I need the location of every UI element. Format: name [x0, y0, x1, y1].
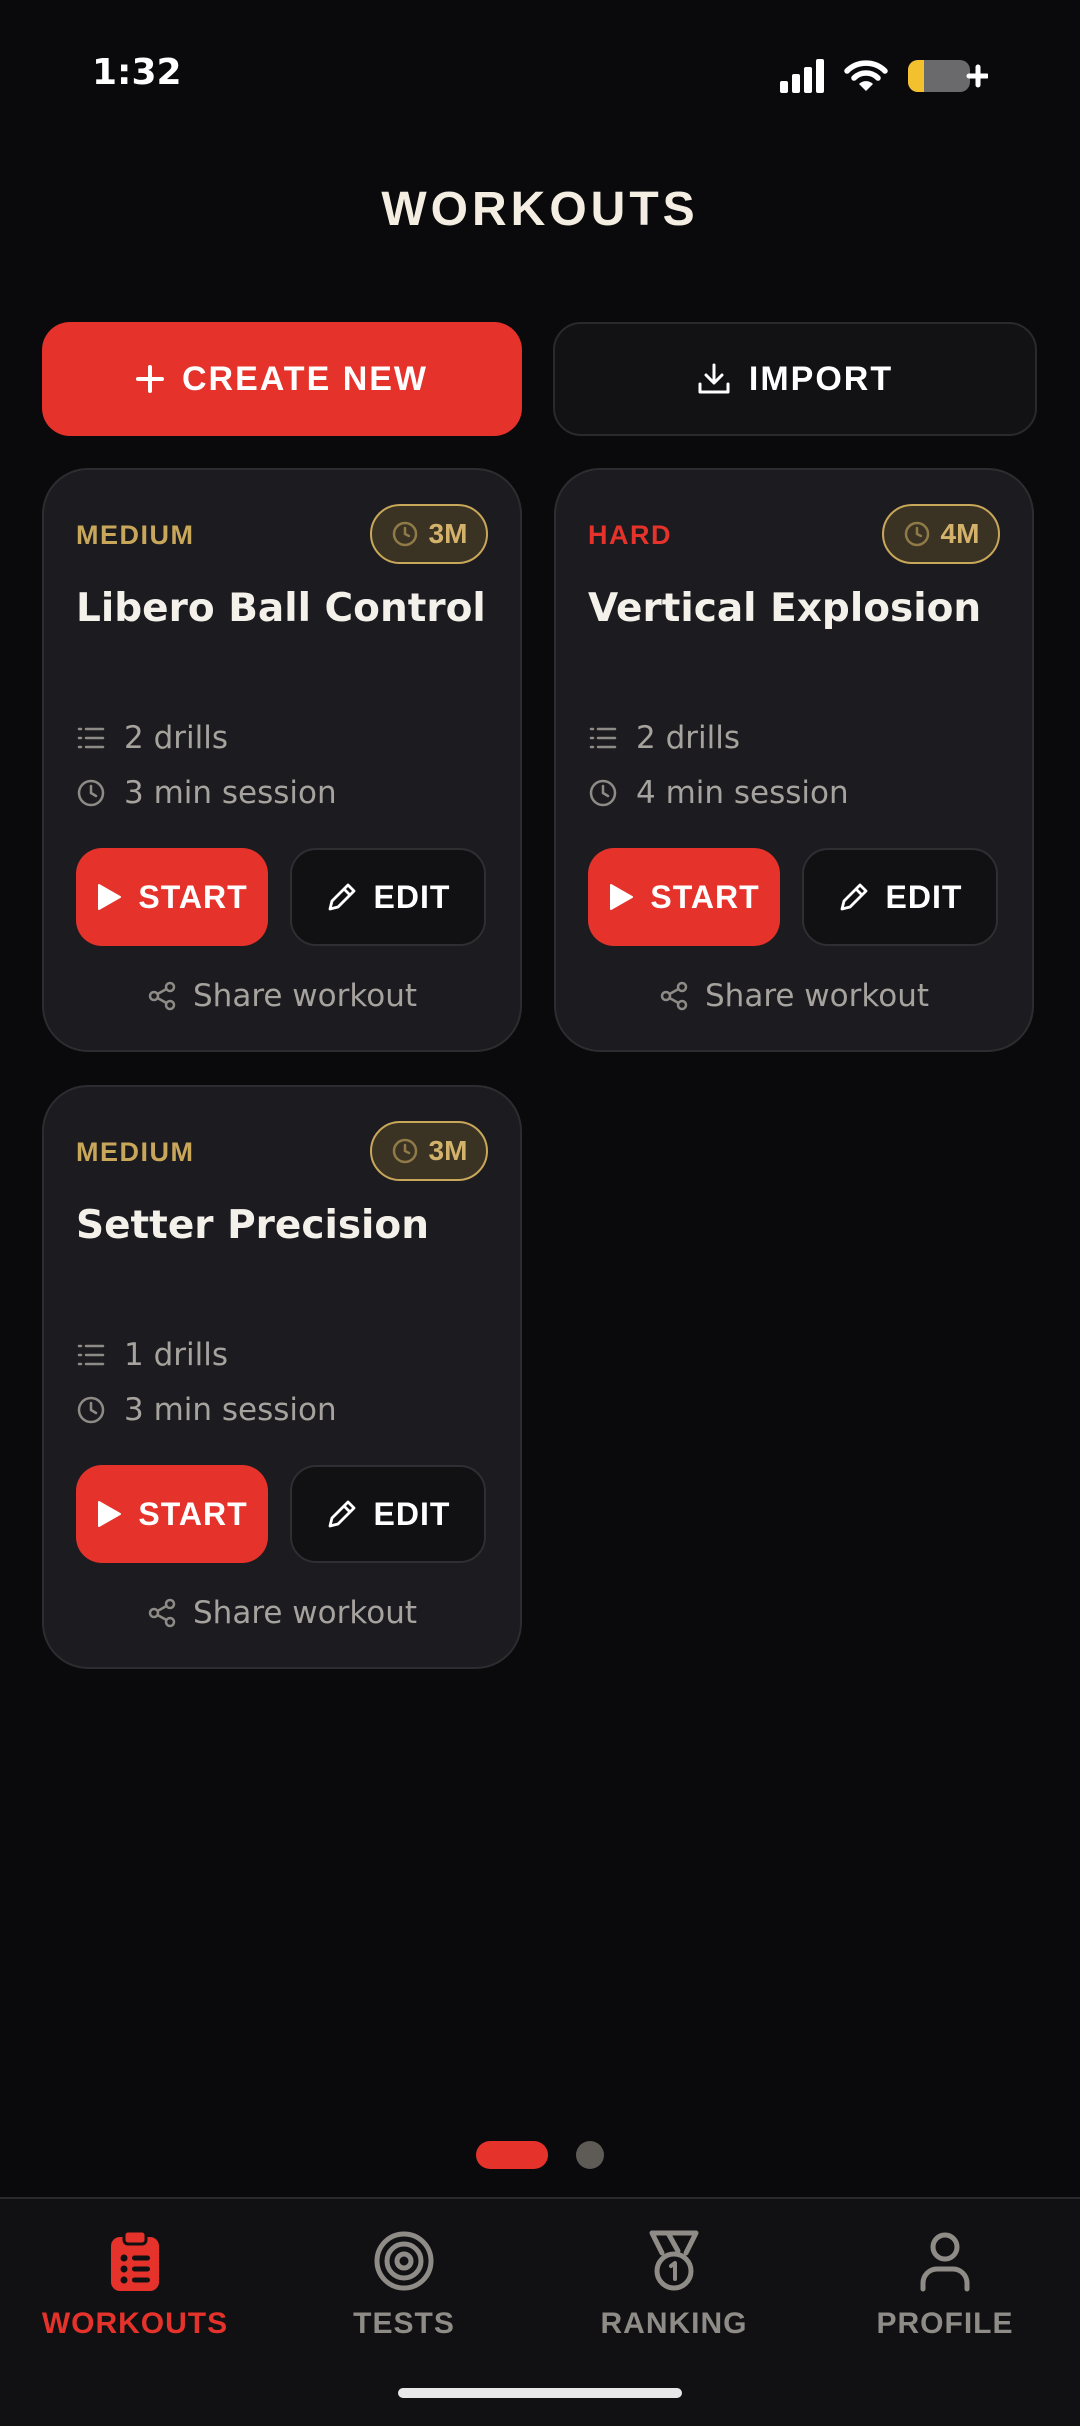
session-length: 4 min session: [588, 775, 849, 811]
duration-badge: 4M: [882, 504, 1000, 564]
edit-button[interactable]: EDIT: [290, 1465, 486, 1563]
session-length: 3 min session: [76, 775, 337, 811]
user-icon: [920, 2232, 970, 2292]
drill-count-label: 2 drills: [636, 720, 740, 756]
difficulty-label: MEDIUM: [76, 1137, 195, 1167]
tab-ranking[interactable]: RANKING: [554, 2229, 794, 2341]
status-icons: [780, 56, 988, 96]
download-icon: [698, 363, 730, 394]
workout-card[interactable]: MEDIUM 3M Setter Precision 1 drills 3 mi…: [42, 1085, 522, 1669]
import-label: IMPORT: [748, 359, 894, 398]
share-label: Share workout: [705, 978, 929, 1014]
list-icon: [77, 727, 105, 749]
clock-icon: [589, 779, 617, 807]
edit-label: EDIT: [885, 878, 963, 915]
start-button[interactable]: START: [76, 1465, 268, 1563]
duration-badge-label: 3M: [428, 1135, 468, 1166]
target-icon: [374, 2231, 434, 2291]
workout-card[interactable]: HARD 4M Vertical Explosion 2 drills 4 mi…: [554, 468, 1034, 1052]
signal-icon: [780, 59, 824, 93]
edit-label: EDIT: [373, 878, 451, 915]
plus-icon: [135, 365, 164, 393]
workout-card[interactable]: MEDIUM 3M Libero Ball Control 2 drills 3…: [42, 468, 522, 1052]
clipboard-icon: [111, 2229, 159, 2291]
drill-count: 2 drills: [588, 720, 740, 756]
start-label: START: [138, 878, 248, 915]
session-length: 3 min session: [76, 1392, 337, 1428]
page-indicator: [0, 2141, 1080, 2169]
session-length-label: 3 min session: [124, 1392, 337, 1428]
share-workout-link[interactable]: Share workout: [44, 1595, 520, 1631]
share-workout-link[interactable]: Share workout: [44, 978, 520, 1014]
workout-title: Setter Precision: [76, 1203, 429, 1248]
session-length-label: 4 min session: [636, 775, 849, 811]
share-icon: [148, 1598, 176, 1628]
medal-icon: [649, 2230, 699, 2291]
workout-title: Vertical Explosion: [588, 586, 982, 631]
start-label: START: [138, 1495, 248, 1532]
pencil-icon: [840, 883, 867, 911]
duration-badge: 3M: [370, 1121, 488, 1181]
pencil-icon: [328, 1500, 355, 1528]
create-new-button[interactable]: CREATE NEW: [42, 322, 522, 436]
start-button[interactable]: START: [76, 848, 268, 946]
clock-icon: [904, 521, 929, 547]
clock-icon: [392, 1138, 417, 1164]
tab-tests[interactable]: TESTS: [284, 2229, 524, 2341]
edit-label: EDIT: [373, 1495, 451, 1532]
edit-button[interactable]: EDIT: [802, 848, 998, 946]
duration-badge-label: 4M: [940, 518, 980, 549]
drill-count-label: 1 drills: [124, 1337, 228, 1373]
page-title: WORKOUTS: [381, 183, 699, 236]
page-dot[interactable]: [576, 2141, 604, 2169]
home-indicator: [398, 2388, 682, 2398]
start-label: START: [650, 878, 760, 915]
tab-label: PROFILE: [876, 2307, 1014, 2340]
page-dot-active[interactable]: [476, 2141, 548, 2169]
share-workout-link[interactable]: Share workout: [556, 978, 1032, 1014]
tab-label: TESTS: [353, 2307, 455, 2340]
workout-title: Libero Ball Control: [76, 586, 486, 631]
play-icon: [98, 1501, 122, 1527]
drill-count: 2 drills: [76, 720, 228, 756]
share-icon: [660, 981, 688, 1011]
create-new-label: CREATE NEW: [181, 359, 429, 398]
play-icon: [610, 884, 634, 910]
play-icon: [98, 884, 122, 910]
status-time: 1:32: [92, 52, 182, 93]
difficulty-label: HARD: [588, 520, 672, 550]
share-label: Share workout: [193, 978, 417, 1014]
list-icon: [77, 1344, 105, 1366]
session-length-label: 3 min session: [124, 775, 337, 811]
edit-button[interactable]: EDIT: [290, 848, 486, 946]
drill-count: 1 drills: [76, 1337, 228, 1373]
wifi-icon: [844, 60, 888, 91]
share-label: Share workout: [193, 1595, 417, 1631]
clock-icon: [77, 1396, 105, 1424]
duration-badge: 3M: [370, 504, 488, 564]
share-icon: [148, 981, 176, 1011]
duration-badge-label: 3M: [428, 518, 468, 549]
start-button[interactable]: START: [588, 848, 780, 946]
tab-label: RANKING: [600, 2307, 748, 2340]
tab-label: WORKOUTS: [41, 2307, 229, 2340]
tab-workouts[interactable]: WORKOUTS: [15, 2229, 255, 2341]
tab-profile[interactable]: PROFILE: [825, 2229, 1065, 2341]
import-button[interactable]: IMPORT: [553, 322, 1037, 436]
clock-icon: [77, 779, 105, 807]
difficulty-label: MEDIUM: [76, 520, 195, 550]
list-icon: [589, 727, 617, 749]
pencil-icon: [328, 883, 355, 911]
drill-count-label: 2 drills: [124, 720, 228, 756]
battery-icon: [908, 60, 988, 92]
clock-icon: [392, 521, 417, 547]
